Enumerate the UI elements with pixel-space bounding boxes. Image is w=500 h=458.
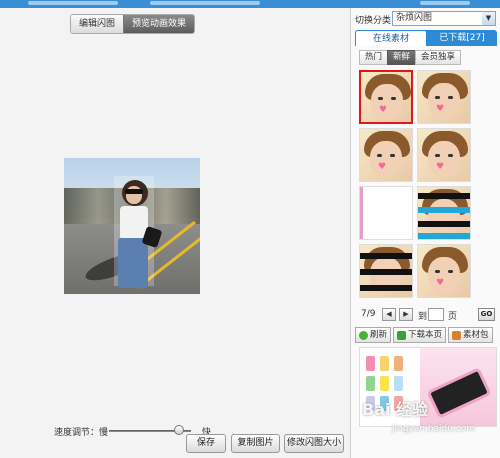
prev-page-button[interactable]: ◀ xyxy=(382,308,396,321)
material-grid: ♥ ♥ ♥ ♥ ♥ xyxy=(359,70,493,298)
phone-case-image xyxy=(380,356,389,371)
heart-icon: ♥ xyxy=(379,105,388,115)
heart-icon: ♥ xyxy=(378,162,387,172)
thumbnail-eye xyxy=(435,96,440,99)
thumbnail-stripe xyxy=(360,253,412,259)
heart-icon: ♥ xyxy=(436,162,445,172)
thumbnail-eye xyxy=(377,154,382,157)
thumbnail-stripe xyxy=(418,207,470,213)
phone-case-image xyxy=(366,376,375,391)
thumbnail-stripe xyxy=(360,285,412,291)
source-tabs: 在线素材 已下载[27] xyxy=(355,30,497,46)
preview-person-jeans xyxy=(118,238,148,288)
material-thumbnail[interactable]: ♥ xyxy=(417,70,471,124)
refresh-label: 刷新 xyxy=(370,330,388,340)
filter-tabs: 热门 新鲜 会员独享 xyxy=(359,50,462,65)
copy-image-button[interactable]: 复制图片 xyxy=(231,434,280,453)
go-button[interactable]: GO xyxy=(478,308,495,321)
tab-preview-animation[interactable]: 预览动画效果 xyxy=(123,15,195,33)
category-value: 杂烦闪图 xyxy=(396,13,433,23)
refresh-button[interactable]: 刷新 xyxy=(355,327,392,343)
download-page-label: 下载本页 xyxy=(408,330,443,340)
thumbnail-stripe xyxy=(418,221,470,227)
top-strip-blur xyxy=(420,1,470,5)
animation-preview-image xyxy=(64,158,200,294)
tab-fresh[interactable]: 新鲜 xyxy=(387,50,417,65)
mode-tabs: 编辑闪图 预览动画效果 xyxy=(70,14,196,34)
heart-icon: ♥ xyxy=(436,278,445,288)
phone-case-image xyxy=(380,376,389,391)
goto-label: 到 xyxy=(418,312,428,322)
phone-case-image xyxy=(366,356,375,371)
material-thumbnail[interactable]: ♥ xyxy=(417,128,471,182)
thumbnail-eye xyxy=(435,270,440,273)
thumbnail-eye xyxy=(435,154,440,157)
tab-edit[interactable]: 编辑闪图 xyxy=(71,15,124,33)
top-strip xyxy=(0,0,500,8)
tab-online-materials[interactable]: 在线素材 xyxy=(355,30,427,46)
download-icon xyxy=(397,330,407,340)
material-pack-label: 素材包 xyxy=(463,330,489,340)
preview-panel: 编辑闪图 预览动画效果 速度调节：慢 快 xyxy=(0,8,350,458)
resize-flash-image-button[interactable]: 修改闪图大小 xyxy=(284,434,344,453)
speed-slider-handle[interactable] xyxy=(173,425,184,435)
package-icon xyxy=(452,330,462,340)
thumbnail-eye xyxy=(378,97,383,100)
material-thumbnail[interactable] xyxy=(359,186,413,240)
category-select[interactable]: 杂烦闪图 ▼ xyxy=(392,11,496,26)
thumbnail-stripe xyxy=(418,233,470,239)
phone-case-image xyxy=(394,376,403,391)
pagination: 7/9 ◀ ▶ 到 页 GO xyxy=(359,308,497,322)
page-number-input[interactable] xyxy=(428,308,444,321)
thumbnail-eye xyxy=(448,96,453,99)
material-thumbnail[interactable]: ♥ xyxy=(417,244,471,298)
material-thumbnail[interactable]: ♥ xyxy=(359,70,413,124)
chevron-down-icon[interactable]: ▼ xyxy=(482,12,495,25)
refresh-icon xyxy=(359,330,368,340)
thumbnail-face xyxy=(428,199,460,235)
thumbnail-stripe xyxy=(418,193,470,199)
save-button[interactable]: 保存 xyxy=(186,434,226,453)
thumbnail-eye xyxy=(448,154,453,157)
page-suffix-label: 页 xyxy=(448,312,458,322)
speed-label: 速度调节：慢 xyxy=(54,428,109,438)
category-label: 切换分类 xyxy=(355,16,392,26)
thumbnail-eye xyxy=(390,154,395,157)
thumbnail-eye xyxy=(448,270,453,273)
material-actions: 刷新 下载本页 素材包 xyxy=(355,327,499,343)
thumbnail-stripe xyxy=(360,269,412,275)
download-page-button[interactable]: 下载本页 xyxy=(393,327,447,343)
watermark-url: jingyan.baidu.com xyxy=(392,424,476,434)
top-strip-blur xyxy=(150,1,260,5)
tab-downloaded[interactable]: 已下载[27] xyxy=(427,30,497,46)
tab-member-exclusive[interactable]: 会员独享 xyxy=(415,50,462,65)
tab-hot[interactable]: 热门 xyxy=(359,50,389,65)
top-strip-blur xyxy=(28,1,118,5)
page-indicator: 7/9 xyxy=(361,309,376,319)
thumbnail-edge xyxy=(360,187,363,239)
next-page-button[interactable]: ▶ xyxy=(399,308,413,321)
material-thumbnail[interactable] xyxy=(417,186,471,240)
heart-icon: ♥ xyxy=(436,104,445,114)
preview-person-sunglasses xyxy=(125,189,143,194)
watermark-logo: Bai 经验 xyxy=(362,400,429,419)
thumbnail-eye xyxy=(391,97,396,100)
material-sidebar: 切换分类 杂烦闪图 ▼ 在线素材 已下载[27] 热门 新鲜 会员独享 ♥ ♥ … xyxy=(350,8,500,458)
material-thumbnail[interactable] xyxy=(359,244,413,298)
material-pack-button[interactable]: 素材包 xyxy=(448,327,493,343)
phone-case-image xyxy=(394,356,403,371)
material-thumbnail[interactable]: ♥ xyxy=(359,128,413,182)
